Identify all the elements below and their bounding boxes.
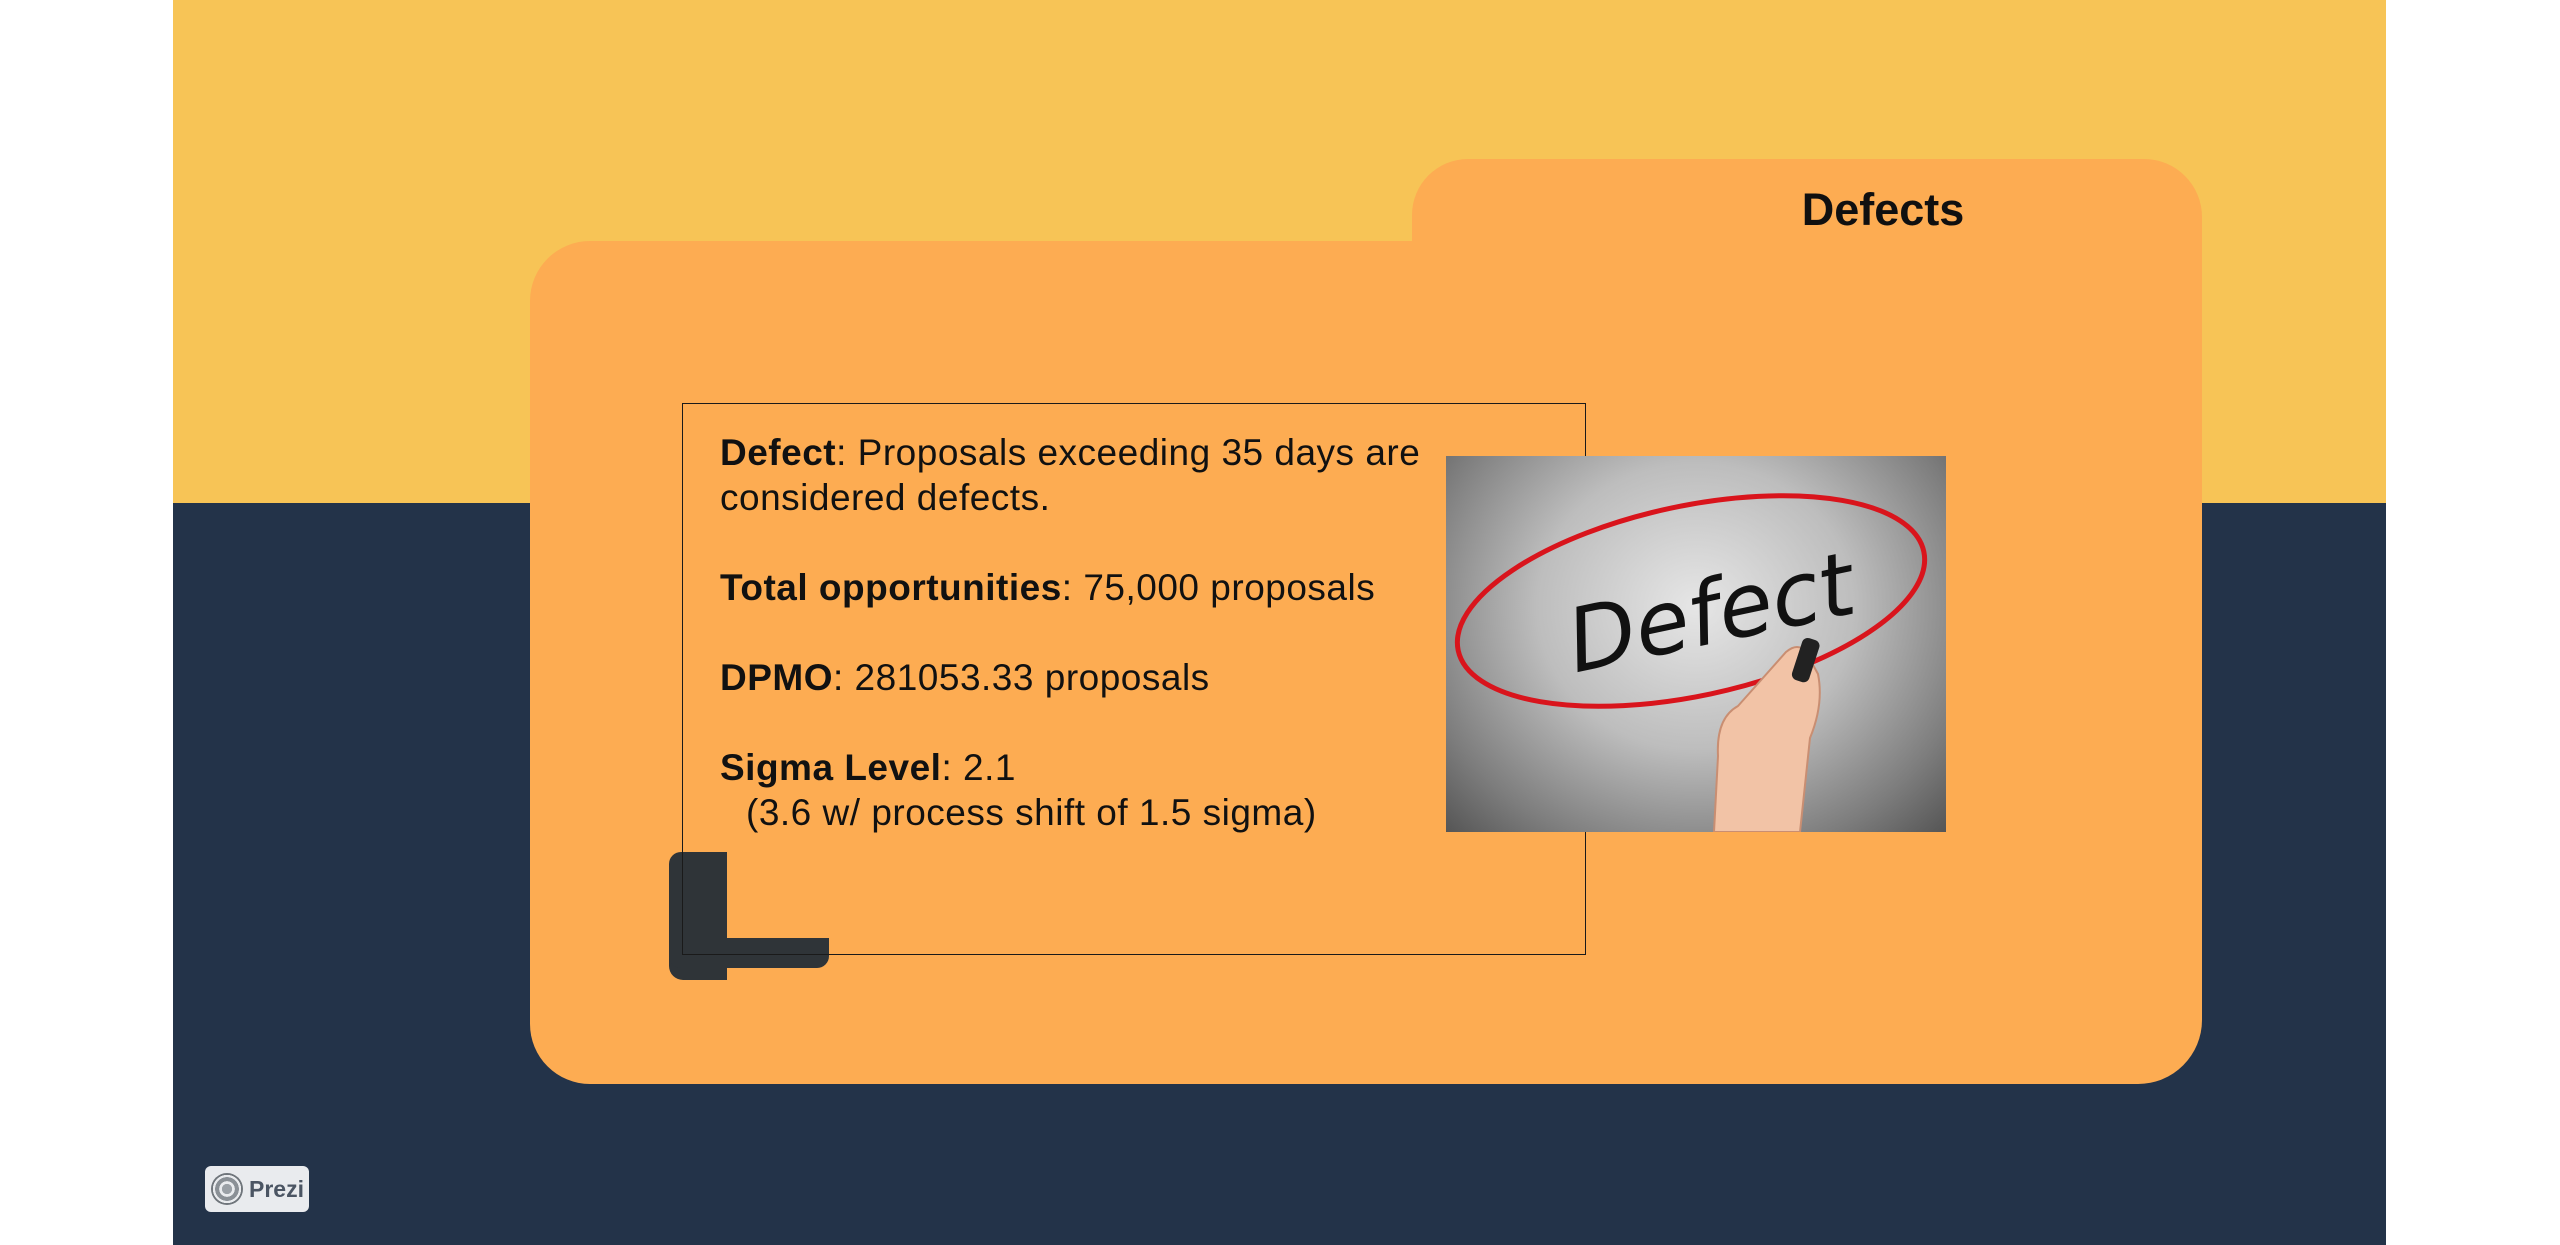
- sigma-note: (3.6 w/ process shift of 1.5 sigma): [746, 792, 1317, 833]
- content-text: Defect: Proposals exceeding 35 days are …: [720, 430, 1480, 835]
- sigma-label: Sigma Level: [720, 747, 942, 788]
- defect-illustration: Defect: [1454, 493, 1928, 832]
- defect-definition: Defect: Proposals exceeding 35 days are …: [720, 430, 1480, 520]
- sigma-line: Sigma Level: 2.1: [720, 745, 1480, 790]
- slide-title: Defects: [1801, 184, 1965, 235]
- defect-photo: Defect: [1446, 456, 1946, 832]
- defect-label: Defect: [720, 432, 837, 473]
- opportunities-line: Total opportunities: 75,000 proposals: [720, 565, 1480, 610]
- sigma-text: : 2.1: [941, 747, 1016, 788]
- dpmo-label: DPMO: [720, 657, 833, 698]
- opportunities-label: Total opportunities: [720, 567, 1062, 608]
- handwritten-word: Defect: [1558, 531, 1866, 693]
- prezi-label: Prezi: [249, 1175, 304, 1202]
- dpmo-text: : 281053.33 proposals: [833, 657, 1210, 698]
- opportunities-text: : 75,000 proposals: [1061, 567, 1376, 608]
- slide-canvas: Defects Defect: Proposals exceeding 35 d…: [173, 0, 2386, 1245]
- prezi-badge[interactable]: Prezi: [205, 1166, 309, 1212]
- prezi-logo-icon: [211, 1173, 243, 1205]
- dpmo-line: DPMO: 281053.33 proposals: [720, 655, 1480, 700]
